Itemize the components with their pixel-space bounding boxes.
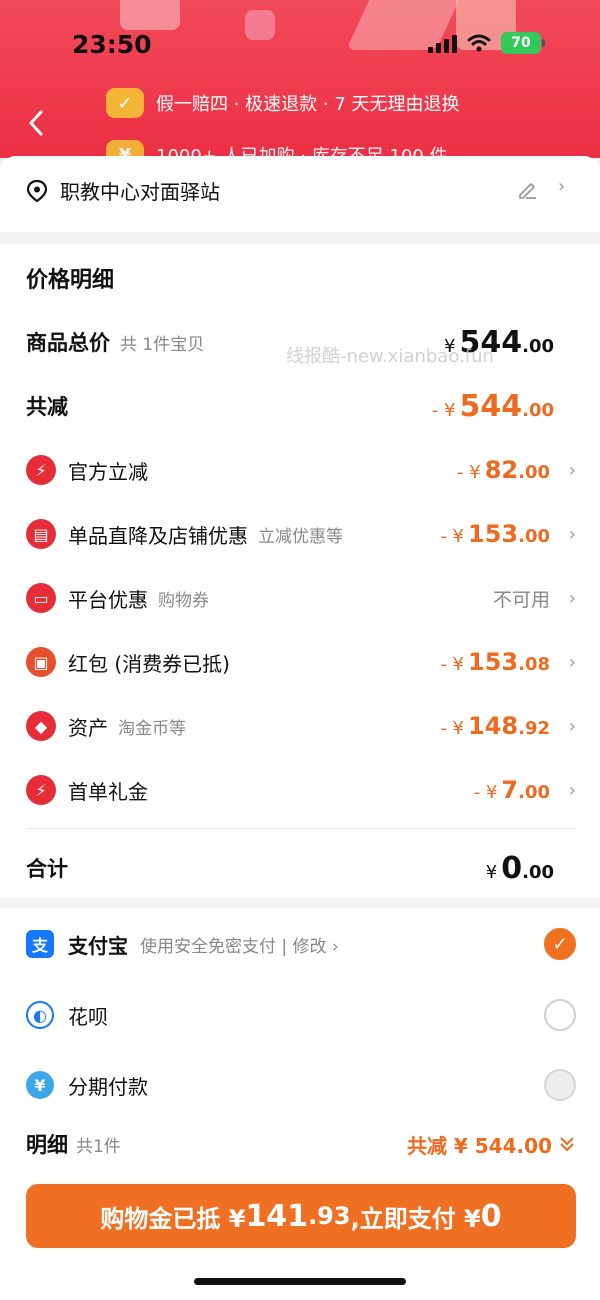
divider	[26, 828, 576, 829]
radio-checked-icon[interactable]: ✓	[544, 928, 576, 960]
chevron-right-icon: ›	[568, 459, 576, 481]
address-row[interactable]: 职教中心对面驿站	[26, 176, 220, 205]
red-packet-icon: ▣	[26, 647, 56, 677]
chevron-right-icon: ›	[568, 779, 576, 801]
back-icon[interactable]	[22, 108, 52, 138]
reduce-label: 共减	[26, 395, 68, 419]
decoration	[120, 0, 180, 30]
discount-row-first-order[interactable]: ⚡ 首单礼金 - ¥ 7 .00 ›	[26, 770, 576, 810]
address-card[interactable]: 职教中心对面驿站	[0, 156, 600, 232]
payment-option-alipay[interactable]: 支 支付宝 使用安全免密支付 | 修改 › ✓	[26, 922, 576, 966]
tag-icon: ◆	[26, 711, 56, 741]
ticket-icon: ▭	[26, 583, 56, 613]
total-label: 商品总价	[26, 331, 110, 355]
discount-row-official[interactable]: ⚡ 官方立减 - ¥ 82 .00 ›	[26, 450, 576, 490]
order-summary-bar[interactable]: 明细 共1件 共减 ¥ 544.00	[26, 1126, 576, 1162]
signal-icon	[428, 33, 457, 53]
discount-row-platform[interactable]: ▭ 平台优惠 购物券 不可用 ›	[26, 578, 576, 618]
page-header: 23:50 70 ✓ 假一赔四 · 极速退款 · 7 天无理由退换 ¥ 1000…	[0, 0, 600, 158]
location-pin-icon	[26, 179, 48, 202]
chevron-right-icon: ›	[568, 587, 576, 609]
sum-amount: ¥ 0 .00	[485, 850, 554, 886]
lightning-icon: ⚡	[26, 775, 56, 805]
summary-title: 明细	[26, 1133, 68, 1157]
radio-unchecked-icon[interactable]	[544, 999, 576, 1031]
price-title: 价格明细	[26, 268, 115, 293]
summary-reduce[interactable]: 共减 ¥ 544.00	[407, 1130, 576, 1159]
guarantee-text: 假一赔四 · 极速退款 · 7 天无理由退换	[156, 94, 460, 115]
edit-icon[interactable]	[516, 178, 538, 200]
address-chevron-icon[interactable]: ›	[558, 176, 565, 197]
payment-option-installment[interactable]: ¥ 分期付款	[26, 1063, 576, 1107]
discount-row-store[interactable]: ▤ 单品直降及店铺优惠 立减优惠等 - ¥ 153 .00 ›	[26, 514, 576, 554]
pay-now-button[interactable]: 购物金已抵 ¥ 141 .93 ,立即支付 ¥ 0	[26, 1184, 576, 1248]
discount-row-red-packet[interactable]: ▣ 红包 (消费券已抵) - ¥ 153 .08 ›	[26, 642, 576, 682]
watermark: 线报酷-new.xianbao.fun	[286, 346, 494, 367]
shield-check-icon: ✓	[106, 88, 144, 118]
sum-row: 合计 ¥ 0 .00	[26, 848, 576, 888]
installment-icon: ¥	[26, 1071, 54, 1099]
discount-row-assets[interactable]: ◆ 资产 淘金币等 - ¥ 148 .92 ›	[26, 706, 576, 746]
chevron-right-icon: ›	[568, 715, 576, 737]
chevron-right-icon: ›	[568, 523, 576, 545]
summary-sub: 共1件	[76, 1136, 121, 1157]
wifi-icon	[467, 34, 491, 52]
radio-disabled-icon[interactable]	[544, 1069, 576, 1101]
sum-label: 合计	[26, 857, 68, 881]
huabei-icon: ◐	[26, 1001, 54, 1029]
reduce-amount: - ¥ 544 .00	[431, 388, 554, 424]
lightning-icon: ⚡	[26, 455, 56, 485]
alipay-modify-link[interactable]: 使用安全免密支付 | 修改 ›	[140, 932, 339, 957]
battery-icon: 70	[501, 32, 545, 54]
status-icons: 70	[428, 32, 545, 54]
alipay-icon: 支	[26, 930, 54, 958]
total-sub: 共 1件宝贝	[120, 334, 205, 355]
status-time: 23:50	[72, 30, 152, 59]
payment-option-huabei[interactable]: ◐ 花呗	[26, 993, 576, 1037]
total-reduce-row: 共减 - ¥ 544 .00	[26, 386, 576, 426]
chevron-right-icon: ›	[568, 651, 576, 673]
guarantee-banner: ✓ 假一赔四 · 极速退款 · 7 天无理由退换	[106, 88, 460, 118]
address-label: 职教中心对面驿站	[60, 180, 220, 204]
home-indicator[interactable]	[194, 1278, 406, 1285]
double-chevron-down-icon	[560, 1137, 574, 1152]
store-icon: ▤	[26, 519, 56, 549]
decoration	[245, 10, 275, 40]
